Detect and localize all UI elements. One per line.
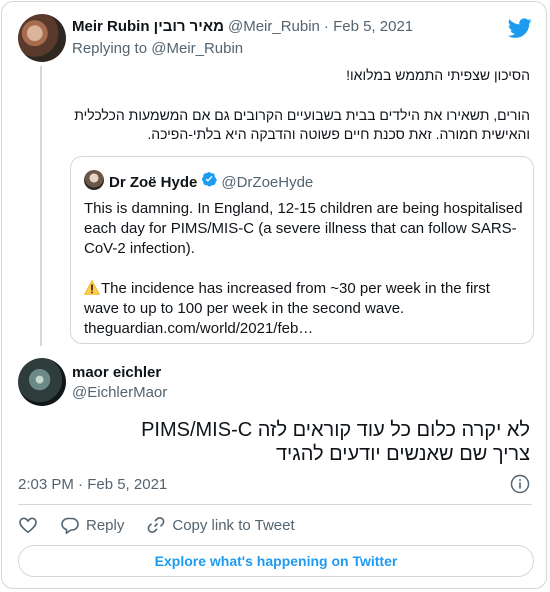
explore-twitter-button[interactable]: Explore what's happening on Twitter (18, 545, 534, 577)
reply-author-handle[interactable]: @EichlerMaor (72, 384, 167, 401)
reply-tweet-text-line1: לא יקרה כלום כל עוד קוראים לזה PIMS/MIS-… (141, 419, 530, 441)
copy-link-label: Copy link to Tweet (172, 516, 295, 534)
replying-to-line: Replying to @Meir_Rubin (72, 40, 243, 57)
parent-tweet-header: Meir Rubin מאיר רובין @Meir_Rubin · Feb … (72, 18, 413, 35)
info-icon[interactable] (510, 474, 530, 494)
parent-tweet-text-line1: הסיכון שצפיתי התממש במלואו! (346, 67, 530, 83)
quoted-tweet-card[interactable]: Dr Zoë Hyde @DrZoeHyde This is damning. … (70, 156, 534, 344)
link-icon (147, 516, 165, 534)
quoted-author-name: Dr Zoë Hyde (109, 174, 198, 191)
quoted-tweet-header: Dr Zoë Hyde @DrZoeHyde (109, 171, 313, 191)
heart-icon (19, 517, 37, 534)
replying-to-prefix: Replying to (72, 40, 148, 57)
quoted-author-handle: @DrZoeHyde (221, 174, 314, 191)
verified-badge-icon (202, 172, 218, 187)
parent-author-handle[interactable]: @Meir_Rubin (228, 18, 320, 35)
quoted-tweet-body: This is damning. In England, 12-15 child… (84, 199, 524, 339)
reply-tweet-text: לא יקרה כלום כל עוד קוראים לזה PIMS/MIS-… (30, 418, 530, 466)
actions-divider (18, 504, 532, 505)
reply-button[interactable]: Reply (60, 515, 124, 535)
replying-to-handle[interactable]: @Meir_Rubin (151, 40, 243, 57)
reply-timestamp[interactable]: 2:03 PM · Feb 5, 2021 (18, 476, 167, 493)
tweet-embed-card: Meir Rubin מאיר רובין @Meir_Rubin · Feb … (1, 1, 547, 589)
thread-connector-line (40, 66, 42, 346)
reply-label: Reply (86, 516, 125, 534)
quoted-tweet-paragraph2: The incidence has increased from ~30 per… (84, 280, 490, 317)
quoted-tweet-paragraph1: This is damning. In England, 12-15 child… (84, 200, 523, 257)
parent-tweet-date[interactable]: · Feb 5, 2021 (324, 18, 413, 35)
parent-tweet-text-line2: הורים, תשאירו את הילדים בבית בשבועיים הק… (74, 107, 530, 142)
parent-author-name[interactable]: Meir Rubin מאיר רובין (72, 18, 224, 35)
reply-tweet-text-line2: צריך שם שאנשים יודעים להגיד (275, 443, 530, 465)
copy-link-button[interactable]: Copy link to Tweet (146, 515, 295, 535)
quoted-tweet-link[interactable]: theguardian.com/world/2021/feb… (84, 319, 524, 339)
reply-author-avatar[interactable] (18, 358, 66, 406)
reply-bubble-icon (61, 517, 79, 535)
quoted-author-avatar (84, 170, 104, 190)
reply-author-name[interactable]: maor eichler (72, 364, 161, 381)
parent-author-avatar[interactable] (18, 14, 66, 62)
tweet-actions-bar: Reply Copy link to Tweet (18, 514, 317, 536)
quoted-tweet-paragraph2-wrap: The incidence has increased from ~30 per… (84, 279, 524, 319)
warning-emoji-icon (84, 280, 100, 295)
twitter-bird-icon[interactable] (508, 16, 532, 40)
like-button[interactable] (18, 515, 38, 535)
